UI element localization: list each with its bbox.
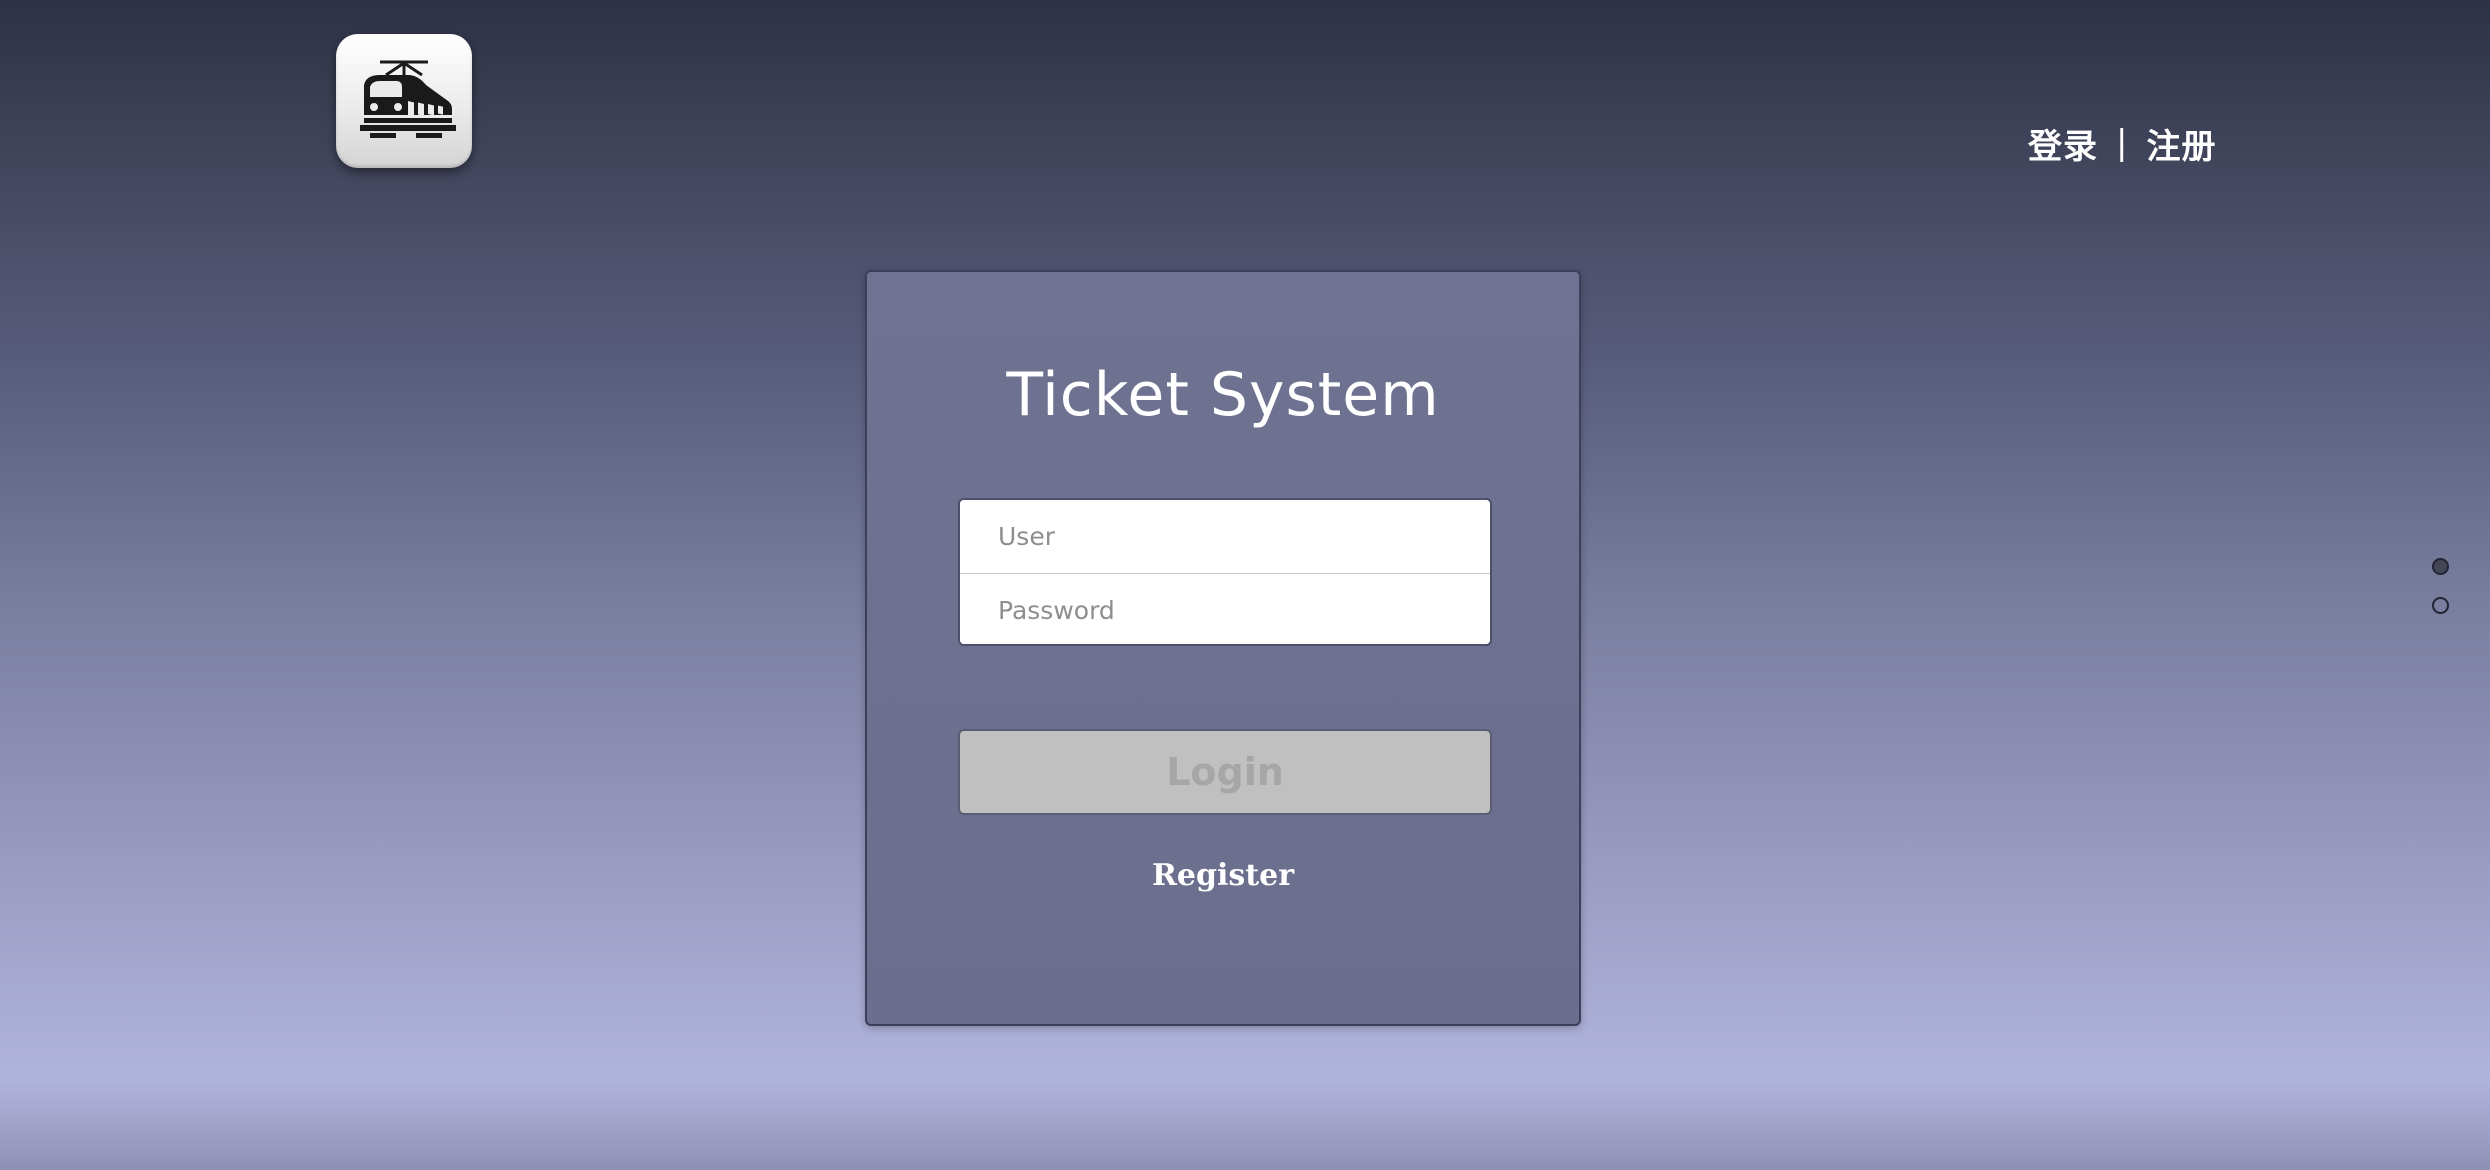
page-dot-1[interactable] xyxy=(2432,558,2449,575)
username-input[interactable] xyxy=(960,500,1490,573)
logo[interactable] xyxy=(336,34,472,168)
credentials-fields xyxy=(958,498,1492,646)
page-title: Ticket System xyxy=(1006,360,1440,430)
nav-separator: | xyxy=(2116,123,2129,163)
register-link[interactable]: Register xyxy=(867,858,1579,893)
page-dots xyxy=(2432,558,2449,614)
login-card: Ticket System Login Register xyxy=(865,270,1581,1026)
nav-login-link[interactable]: 登录 xyxy=(2028,119,2098,168)
page-dot-2[interactable] xyxy=(2432,597,2449,614)
nav-register-link[interactable]: 注册 xyxy=(2146,119,2216,168)
train-icon xyxy=(360,60,456,138)
top-nav: 登录 | 注册 xyxy=(2028,118,2216,168)
login-button[interactable]: Login xyxy=(958,729,1492,815)
password-input[interactable] xyxy=(960,574,1490,644)
